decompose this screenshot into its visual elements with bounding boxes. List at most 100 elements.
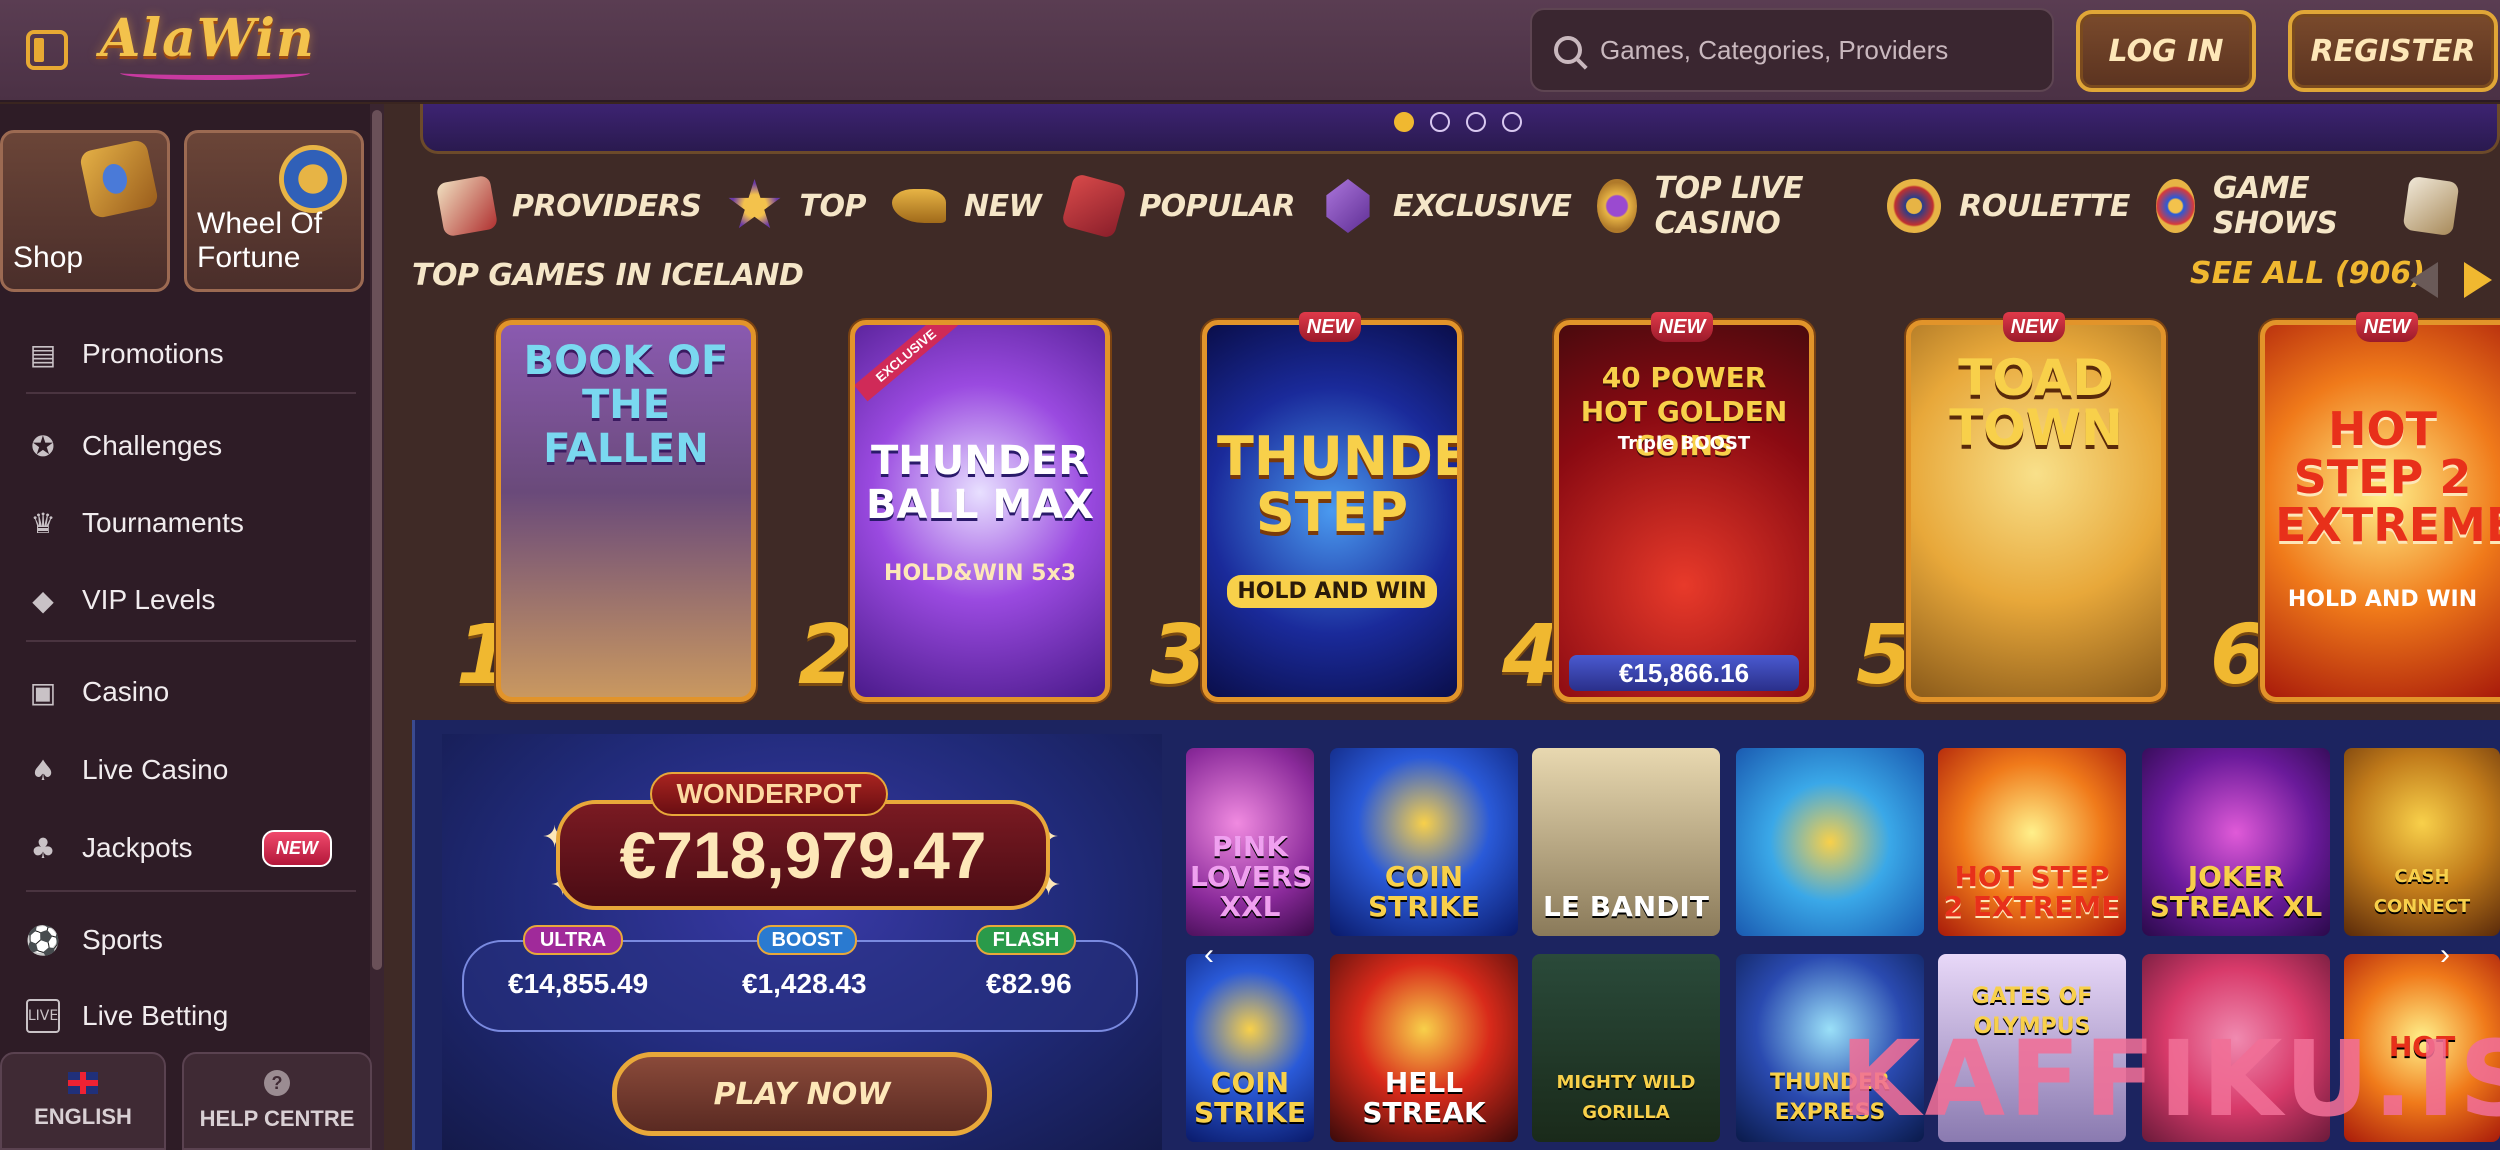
roulette-icon <box>1887 179 1942 233</box>
game-card-toad-town[interactable]: TOAD TOWN <box>1906 320 2166 702</box>
game-title: THUNDER STEP <box>1217 425 1457 544</box>
game-thumb[interactable]: LE BANDIT <box>1532 748 1720 936</box>
see-all-link[interactable]: SEE ALL (906) <box>2190 256 2425 291</box>
shop-tile[interactable]: Shop <box>0 130 170 292</box>
game-card-hot-step-2-extreme[interactable]: HOT STEP 2 EXTREME HOLD AND WIN <box>2260 320 2500 702</box>
new-tag: NEW <box>1651 312 1713 342</box>
sidebar-item-label: Promotions <box>82 338 224 369</box>
sidebar-item-label: Live Casino <box>82 754 229 785</box>
category-providers[interactable]: PROVIDERS <box>435 174 702 238</box>
cards-icon: ♠ <box>30 753 56 787</box>
game-thumb[interactable]: CASH CONNECT <box>2344 748 2500 936</box>
carousel-dots <box>1394 112 1522 132</box>
flying-carpet-icon <box>1061 172 1128 240</box>
game-thumb-title: LE BANDIT <box>1543 890 1709 923</box>
scroll-icon <box>435 174 499 238</box>
prize-wheel-icon <box>2155 179 2195 233</box>
new-badge: NEW <box>262 829 332 867</box>
slot-machine-icon: ▣ <box>29 675 57 709</box>
game-card-thunder-step[interactable]: THUNDER STEP HOLD AND WIN <box>1202 320 1462 702</box>
game-thumb[interactable]: COIN STRIKE <box>1186 954 1314 1142</box>
game-thumb[interactable]: HOT STEP 2 EXTREME <box>1938 748 2126 936</box>
game-thumb-title: PINK LOVERS XXL <box>1190 830 1313 923</box>
help-centre-label: HELP CENTRE <box>199 1106 355 1131</box>
category-label: ROULETTE <box>1959 188 2130 224</box>
category-top-live-casino[interactable]: TOP LIVE CASINO <box>1597 171 1861 241</box>
register-button[interactable]: REGISTER <box>2288 10 2498 92</box>
sidebar-toggle-icon[interactable] <box>26 30 68 70</box>
sidebar-item-sports[interactable]: ⚽ Sports <box>0 910 340 970</box>
sidebar-item-challenges[interactable]: ✪ Challenges <box>0 416 340 476</box>
promotions-icon: ▤ <box>29 337 57 371</box>
carousel-dot[interactable] <box>1394 112 1414 132</box>
wonderpot-amount: €718,979.47 <box>619 818 987 892</box>
sidebar-item-vip-levels[interactable]: ◆ VIP Levels <box>0 570 340 630</box>
grid-next-icon[interactable]: › <box>2440 938 2450 972</box>
language-button[interactable]: ENGLISH <box>0 1052 166 1150</box>
grid-prev-icon[interactable]: ‹ <box>1204 938 1214 972</box>
sidebar-item-promotions[interactable]: ▤ Promotions <box>0 324 340 384</box>
sidebar-item-label: Tournaments <box>82 507 244 538</box>
carousel-dot[interactable] <box>1502 112 1522 132</box>
game-card-40-power-hot[interactable]: 40 POWER HOT GOLDEN COINS Triple BOOST €… <box>1554 320 1814 702</box>
rank-number: 3 <box>1150 608 1208 703</box>
tier-flash-badge: FLASH <box>976 925 1076 955</box>
category-popular[interactable]: POPULAR <box>1061 172 1295 240</box>
shopping-bag-icon <box>78 138 160 220</box>
sidebar-item-casino[interactable]: ▣ Casino <box>0 662 340 722</box>
game-card-book-of-the-fallen[interactable]: BOOK OF THE FALLEN <box>496 320 756 702</box>
game-thumb[interactable]: PINK LOVERS XXL <box>1186 748 1314 936</box>
game-subtitle: Triple BOOST <box>1617 433 1751 454</box>
game-thumb-title: CASH CONNECT <box>2373 866 2471 917</box>
category-game-shows[interactable]: GAME SHOWS <box>2155 171 2380 241</box>
tier-boost-value: €1,428.43 <box>742 968 867 999</box>
live-icon: LIVE <box>26 999 60 1033</box>
search-bar[interactable] <box>1530 8 2054 92</box>
category-exclusive[interactable]: EXCLUSIVE <box>1321 179 1572 233</box>
tier-flash-value: €82.96 <box>986 968 1072 999</box>
rank-number: 5 <box>1856 608 1914 703</box>
category-card-games[interactable] <box>2402 175 2474 237</box>
help-centre-button[interactable]: ? HELP CENTRE <box>182 1052 372 1150</box>
carousel-dot[interactable] <box>1466 112 1486 132</box>
sidebar-item-label: Challenges <box>82 430 223 461</box>
rank-number: 2 <box>798 608 856 703</box>
category-new[interactable]: NEW <box>891 188 1042 224</box>
sidebar-item-live-casino[interactable]: ♠ Live Casino <box>0 740 340 800</box>
game-thumb[interactable]: MIGHTY WILD GORILLA <box>1532 954 1720 1142</box>
sidebar-item-live-betting[interactable]: LIVE Live Betting <box>0 986 340 1046</box>
carousel-next-icon[interactable] <box>2464 262 2492 298</box>
sidebar-item-tournaments[interactable]: ♛ Tournaments <box>0 493 340 553</box>
site-logo[interactable]: AlaWin <box>100 8 315 69</box>
tier-ultra-value: €14,855.49 <box>508 968 649 999</box>
game-title: HOT STEP 2 EXTREME <box>2275 402 2500 552</box>
game-card-thunder-ball-max[interactable]: EXCLUSIVE THUNDER BALL MAX HOLD&WIN 5x3 <box>850 320 1110 702</box>
game-thumb-title: COIN STRIKE <box>1193 1066 1307 1129</box>
sidebar-scroll-thumb[interactable] <box>372 110 382 970</box>
game-thumb[interactable]: HELL STREAK <box>1330 954 1518 1142</box>
search-input[interactable] <box>1600 34 2040 66</box>
sidebar-item-jackpots[interactable]: ♣ Jackpots NEW <box>0 818 340 878</box>
wheel-of-fortune-label: Wheel Of Fortune <box>197 207 323 274</box>
new-tag: NEW <box>2003 312 2065 342</box>
game-subtitle: HOLD AND WIN <box>1227 575 1437 608</box>
category-top[interactable]: TOP <box>728 179 866 233</box>
carousel-dot[interactable] <box>1430 112 1450 132</box>
game-thumb[interactable]: COIN STRIKE <box>1330 748 1518 936</box>
help-icon: ? <box>264 1070 290 1096</box>
game-thumb[interactable] <box>1736 748 1924 936</box>
play-now-button[interactable]: PLAY NOW <box>612 1052 992 1136</box>
diamond-icon: ◆ <box>32 583 54 617</box>
magic-lamp-icon <box>891 189 946 223</box>
wheel-of-fortune-tile[interactable]: Wheel Of Fortune <box>184 130 364 292</box>
rank-number: 6 <box>2210 608 2268 703</box>
shop-label: Shop <box>13 241 84 274</box>
category-label: NEW <box>963 188 1042 224</box>
carousel-prev-icon[interactable] <box>2410 262 2438 298</box>
login-button[interactable]: LOG IN <box>2076 10 2256 92</box>
game-thumb[interactable]: JOKER STREAK XL <box>2142 748 2330 936</box>
category-roulette[interactable]: ROULETTE <box>1887 179 2130 233</box>
sidebar-item-label: VIP Levels <box>82 584 216 615</box>
category-label: PROVIDERS <box>512 188 702 224</box>
exclusive-tag: EXCLUSIVE <box>855 325 958 402</box>
